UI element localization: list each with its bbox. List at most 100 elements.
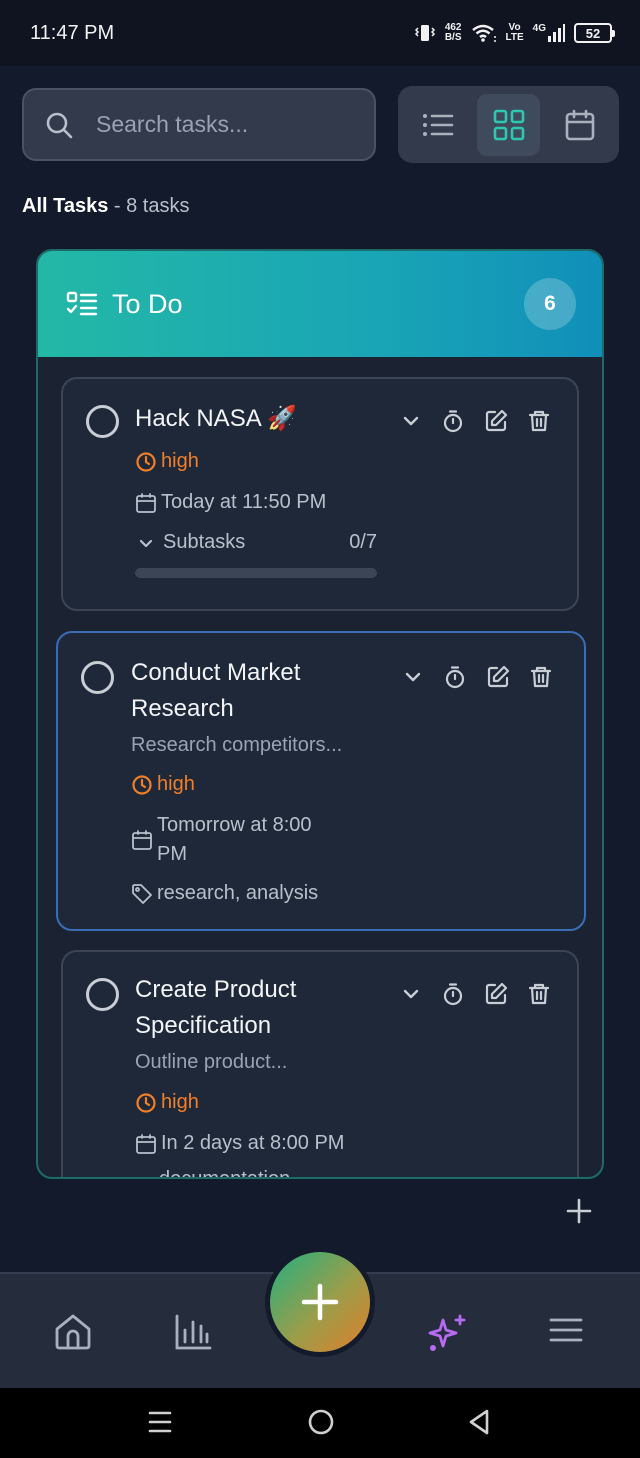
- trash-icon[interactable]: [529, 665, 553, 689]
- calendar-icon: [135, 492, 157, 514]
- edit-icon[interactable]: [484, 982, 508, 1006]
- calendar-icon: [131, 829, 153, 851]
- task-count: - 8 tasks: [108, 195, 190, 217]
- due-date: In 2 days at 8:00 PM: [135, 1129, 344, 1158]
- task-title-line: Specification: [135, 1012, 272, 1039]
- nav-analytics[interactable]: [173, 1312, 213, 1352]
- priority-label: high: [161, 1091, 199, 1113]
- priority-badge: high: [135, 450, 199, 473]
- task-title-line: Research: [131, 695, 234, 722]
- grid-icon: [493, 109, 525, 141]
- add-task-button[interactable]: [270, 1252, 370, 1352]
- task-card[interactable]: Create Product Specification Outline pro…: [61, 950, 579, 1177]
- timer-icon[interactable]: [441, 409, 465, 433]
- calendar-icon: [564, 109, 596, 141]
- view-toggle: [398, 86, 619, 163]
- due-date-text: Tomorrow at 8:00 PM: [157, 811, 312, 869]
- task-tags: documentation: [159, 1168, 290, 1177]
- recent-apps-icon: [148, 1408, 172, 1436]
- wifi-icon: [471, 23, 497, 43]
- recent-apps-button[interactable]: [148, 1408, 172, 1436]
- task-title: Hack NASA 🚀: [135, 405, 297, 432]
- signal-icon: 4G: [533, 23, 565, 43]
- priority-badge: high: [135, 1091, 199, 1114]
- home-icon: [53, 1312, 93, 1352]
- section-title: All Tasks: [22, 195, 109, 217]
- trash-icon[interactable]: [527, 409, 551, 433]
- status-time: 11:47 PM: [30, 21, 115, 44]
- due-date-line: PM: [157, 843, 187, 865]
- system-nav-bar: [0, 1388, 640, 1458]
- plus-icon: [565, 1197, 593, 1225]
- edit-icon[interactable]: [484, 409, 508, 433]
- due-date: Today at 11:50 PM: [135, 488, 326, 517]
- status-bar: 11:47 PM 462 B/S Vo LTE 4G 52: [0, 0, 640, 66]
- add-column-button[interactable]: [565, 1197, 593, 1225]
- list-icon: [421, 110, 455, 140]
- network-type: 4G: [532, 23, 546, 34]
- column-title: To Do: [112, 288, 183, 319]
- due-date-text: In 2 days at 8:00 PM: [161, 1132, 345, 1154]
- priority-label: high: [161, 450, 199, 472]
- task-description: Research competitors...: [131, 734, 343, 756]
- subtasks-toggle[interactable]: Subtasks 0/7: [137, 531, 377, 554]
- volte-indicator: Vo LTE: [506, 23, 524, 43]
- task-checkbox[interactable]: [86, 978, 119, 1011]
- battery-level: 52: [585, 25, 601, 41]
- clock-icon: [135, 451, 157, 473]
- sparkles-icon: [425, 1312, 469, 1356]
- priority-label: high: [157, 773, 195, 795]
- priority-badge: high: [131, 773, 195, 796]
- bar-chart-icon: [173, 1312, 213, 1352]
- chevron-down-icon[interactable]: [402, 666, 424, 688]
- task-title: Create Product Specification: [135, 972, 296, 1044]
- clock-icon: [135, 1092, 157, 1114]
- task-actions: [400, 409, 551, 433]
- due-date-text: Today at 11:50 PM: [161, 491, 327, 513]
- calendar-view-button[interactable]: [548, 94, 611, 156]
- tags-text: research, analysis: [157, 882, 319, 904]
- net-speed-unit: B/S: [444, 32, 462, 43]
- plus-icon: [300, 1282, 340, 1322]
- back-button[interactable]: [466, 1408, 492, 1436]
- section-header: All Tasks - 8 tasks: [22, 195, 189, 218]
- nav-home[interactable]: [53, 1312, 93, 1352]
- board-view-button[interactable]: [477, 93, 540, 156]
- calendar-icon: [135, 1133, 157, 1155]
- task-tags: research, analysis: [131, 882, 318, 905]
- vibrate-icon: [414, 23, 436, 43]
- chevron-down-icon[interactable]: [400, 410, 422, 432]
- volte-bottom: LTE: [505, 32, 524, 43]
- nav-menu[interactable]: [548, 1312, 584, 1348]
- search-placeholder: Search tasks...: [96, 111, 249, 137]
- task-card[interactable]: Hack NASA 🚀 high Today at 11:50 PM Subta…: [61, 377, 579, 611]
- edit-icon[interactable]: [486, 665, 510, 689]
- search-input[interactable]: Search tasks...: [22, 88, 376, 161]
- nav-ai-assistant[interactable]: [425, 1312, 469, 1356]
- column-header: To Do 6: [38, 251, 602, 357]
- column-count-badge: 6: [524, 278, 576, 330]
- subtasks-progress-bar: [135, 568, 377, 578]
- todo-column: To Do 6 Hack NASA 🚀 high Today at 11:50 …: [36, 249, 604, 1179]
- task-actions: [402, 665, 553, 689]
- hamburger-icon: [548, 1312, 584, 1348]
- task-title-line: Create Product: [135, 976, 297, 1003]
- task-checkbox[interactable]: [86, 405, 119, 438]
- home-system-button[interactable]: [307, 1408, 335, 1436]
- task-description: Outline product...: [135, 1051, 288, 1073]
- list-view-button[interactable]: [406, 94, 469, 156]
- timer-icon[interactable]: [441, 982, 465, 1006]
- back-icon: [466, 1408, 492, 1436]
- due-date: Tomorrow at 8:00 PM: [131, 811, 312, 869]
- task-title: Conduct Market Research: [131, 655, 300, 727]
- task-card[interactable]: Conduct Market Research Research competi…: [56, 631, 586, 931]
- circle-home-icon: [307, 1408, 335, 1436]
- tag-icon: [131, 883, 153, 905]
- clock-icon: [131, 774, 153, 796]
- task-checkbox[interactable]: [81, 661, 114, 694]
- chevron-down-icon[interactable]: [400, 983, 422, 1005]
- status-icons: 462 B/S Vo LTE 4G 52: [414, 23, 615, 43]
- timer-icon[interactable]: [443, 665, 467, 689]
- trash-icon[interactable]: [527, 982, 551, 1006]
- chevron-down-icon: [137, 534, 155, 552]
